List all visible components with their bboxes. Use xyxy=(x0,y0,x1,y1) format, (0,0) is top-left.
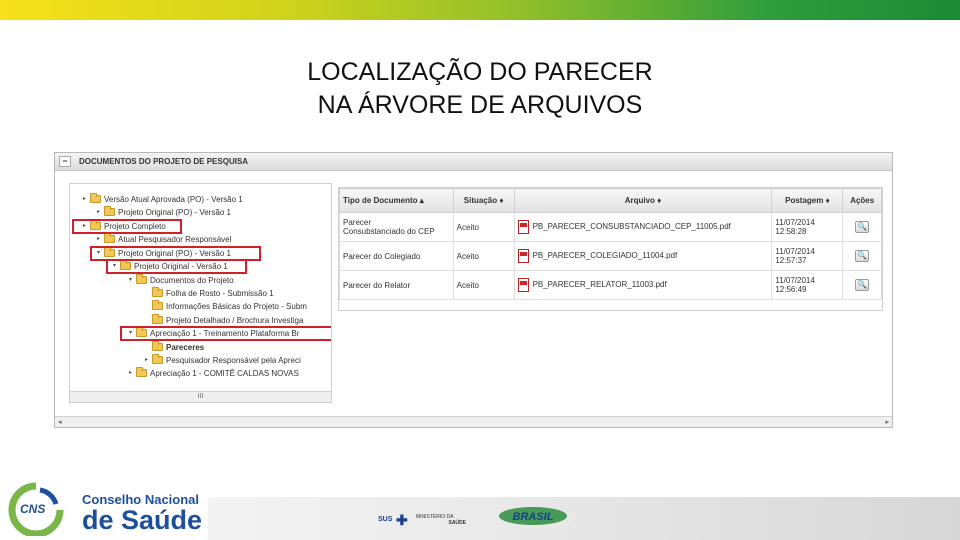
cell-tipo: Parecer do Colegiado xyxy=(339,241,454,271)
cns-abbrev: CNS xyxy=(20,502,46,516)
tree-item[interactable]: ▸ Atual Pesquisador Responsável xyxy=(94,233,232,245)
folder-icon xyxy=(152,341,163,351)
tree-item-label: Projeto Original (PO) - Versão 1 xyxy=(118,208,231,217)
expand-toggle-icon[interactable]: ▸ xyxy=(126,368,135,379)
highlight-box xyxy=(120,326,331,341)
cell-arquivo[interactable]: PB_PARECER_RELATOR_11003.pdf xyxy=(513,270,773,300)
tree-item-label: Pareceres xyxy=(166,343,205,352)
column-header-postagem[interactable]: Postagem ♦ xyxy=(771,188,844,213)
ministerio-logo: MINISTÉRIO DA SAÚDE xyxy=(416,514,466,526)
tree-item[interactable]: ▸ Projeto Original (PO) - Versão 1 xyxy=(94,206,231,218)
tree-item[interactable]: ▸ Versão Atual Aprovada (PO) - Versão 1 xyxy=(80,193,243,205)
folder-icon xyxy=(104,233,115,243)
expand-toggle-icon[interactable]: ▸ xyxy=(94,207,103,218)
tree-item-label: Projeto Detalhado / Brochura Investiga xyxy=(166,316,304,325)
expand-toggle-icon[interactable]: ▸ xyxy=(94,234,103,245)
health-cross-icon: ✚ xyxy=(396,512,408,528)
panel-header: − DOCUMENTOS DO PROJETO DE PESQUISA xyxy=(55,153,892,171)
sus-logo: SUS xyxy=(378,516,393,523)
expand-toggle-icon[interactable]: ▸ xyxy=(142,355,151,366)
table-row: Parecer do Relator Aceito PB_PARECER_REL… xyxy=(339,270,882,300)
panel-horizontal-scrollbar[interactable]: ◂ ▸ xyxy=(55,416,892,427)
brasil-wordmark: BRASIL xyxy=(513,511,554,523)
column-header-acoes: Ações xyxy=(842,188,882,213)
cell-situacao: Aceito xyxy=(452,270,515,300)
folder-icon xyxy=(152,300,163,310)
cell-arquivo[interactable]: PB_PARECER_CONSUBSTANCIADO_CEP_11005.pdf xyxy=(513,212,773,242)
highlight-box xyxy=(106,259,247,274)
view-document-button[interactable]: 🔍 xyxy=(855,250,870,262)
tree-item-label: Apreciação 1 - COMITÊ CALDAS NOVAS xyxy=(150,369,299,378)
pdf-icon xyxy=(517,278,529,292)
cell-acoes: 🔍 xyxy=(842,212,882,242)
expand-toggle-icon[interactable]: ▸ xyxy=(80,194,89,205)
slide-title-line-1: LOCALIZAÇÃO DO PARECER xyxy=(307,58,653,86)
folder-icon xyxy=(152,354,163,364)
tree-item-label: Informações Básicas do Projeto - Subm xyxy=(166,302,307,311)
column-header-situacao[interactable]: Situação ♦ xyxy=(452,188,515,213)
folder-icon xyxy=(136,367,147,377)
cell-acoes: 🔍 xyxy=(842,270,882,300)
scroll-right-icon[interactable]: ▸ xyxy=(885,417,889,427)
column-header-tipo[interactable]: Tipo de Documento ▴ xyxy=(339,188,454,213)
folder-icon xyxy=(104,206,115,216)
cell-arquivo[interactable]: PB_PARECER_COLEGIADO_11004.pdf xyxy=(513,241,773,271)
tree-item-label: Documentos do Projeto xyxy=(150,276,234,285)
view-document-button[interactable]: 🔍 xyxy=(855,221,870,233)
cns-logo: CNS Conselho Nacional de Saúde xyxy=(6,480,206,536)
folder-icon xyxy=(152,287,163,297)
folder-icon xyxy=(136,274,147,284)
cell-postagem: 11/07/2014 12:57:37 xyxy=(771,241,844,271)
tree-item[interactable]: ▸ Apreciação 1 - COMITÊ CALDAS NOVAS xyxy=(126,367,299,379)
tree-item[interactable]: Projeto Detalhado / Brochura Investiga xyxy=(142,314,304,326)
documents-table: Tipo de Documento ▴ Situação ♦ Arquivo ♦… xyxy=(338,187,883,311)
pdf-icon xyxy=(517,220,529,234)
panel-title: DOCUMENTOS DO PROJETO DE PESQUISA xyxy=(79,157,249,166)
documents-panel-screenshot: − DOCUMENTOS DO PROJETO DE PESQUISA ▸ Ver… xyxy=(54,152,893,428)
collapse-button[interactable]: − xyxy=(59,156,71,167)
slide-title-line-2: NA ÁRVORE DE ARQUIVOS xyxy=(317,91,643,119)
expand-toggle-icon[interactable]: ▾ xyxy=(126,275,135,286)
column-header-arquivo[interactable]: Arquivo ♦ xyxy=(513,188,773,213)
footer-band xyxy=(208,497,960,540)
cell-postagem: 11/07/2014 12:56:49 xyxy=(771,270,844,300)
cell-postagem: 11/07/2014 12:58:28 xyxy=(771,212,844,242)
tree-item-pareceres[interactable]: Pareceres xyxy=(142,341,205,353)
file-link[interactable]: PB_PARECER_RELATOR_11003.pdf xyxy=(533,280,667,289)
slide-title: LOCALIZAÇÃO DO PARECER NA ÁRVORE DE ARQU… xyxy=(270,56,690,122)
file-link[interactable]: PB_PARECER_CONSUBSTANCIADO_CEP_11005.pdf xyxy=(533,222,731,231)
tree-item[interactable]: Informações Básicas do Projeto - Subm xyxy=(142,300,307,312)
tree-item[interactable]: ▸ Pesquisador Responsável pela Apreci xyxy=(142,354,301,366)
file-tree[interactable]: ▸ Versão Atual Aprovada (PO) - Versão 1 ▸… xyxy=(69,183,332,403)
folder-icon xyxy=(90,193,101,203)
tree-horizontal-scrollbar[interactable]: III xyxy=(70,391,331,402)
file-link[interactable]: PB_PARECER_COLEGIADO_11004.pdf xyxy=(533,251,678,260)
cns-name-line-2: de Saúde xyxy=(82,505,203,535)
table-row: Parecer do Colegiado Aceito PB_PARECER_C… xyxy=(339,241,882,271)
tree-item[interactable]: Folha de Rosto - Submissão 1 xyxy=(142,287,274,299)
pdf-icon xyxy=(517,249,529,263)
brasil-logo: BRASIL xyxy=(491,507,575,529)
cell-tipo: Parecer do Relator xyxy=(339,270,454,300)
folder-icon xyxy=(152,314,163,324)
table-row: Parecer Consubstanciado do CEP Aceito PB_… xyxy=(339,212,882,242)
tree-item[interactable]: ▾ Documentos do Projeto xyxy=(126,274,234,286)
cell-acoes: 🔍 xyxy=(842,241,882,271)
view-document-button[interactable]: 🔍 xyxy=(855,279,870,291)
tree-item-label: Pesquisador Responsável pela Apreci xyxy=(166,356,301,365)
scroll-left-icon[interactable]: ◂ xyxy=(58,417,62,427)
highlight-box xyxy=(72,219,182,234)
tree-item-label: Atual Pesquisador Responsável xyxy=(118,235,232,244)
cell-tipo: Parecer Consubstanciado do CEP xyxy=(339,212,454,242)
tree-item-label: Folha de Rosto - Submissão 1 xyxy=(166,289,274,298)
tree-item-label: Versão Atual Aprovada (PO) - Versão 1 xyxy=(104,195,243,204)
top-color-bar xyxy=(0,0,960,20)
cell-situacao: Aceito xyxy=(452,241,515,271)
cell-situacao: Aceito xyxy=(452,212,515,242)
